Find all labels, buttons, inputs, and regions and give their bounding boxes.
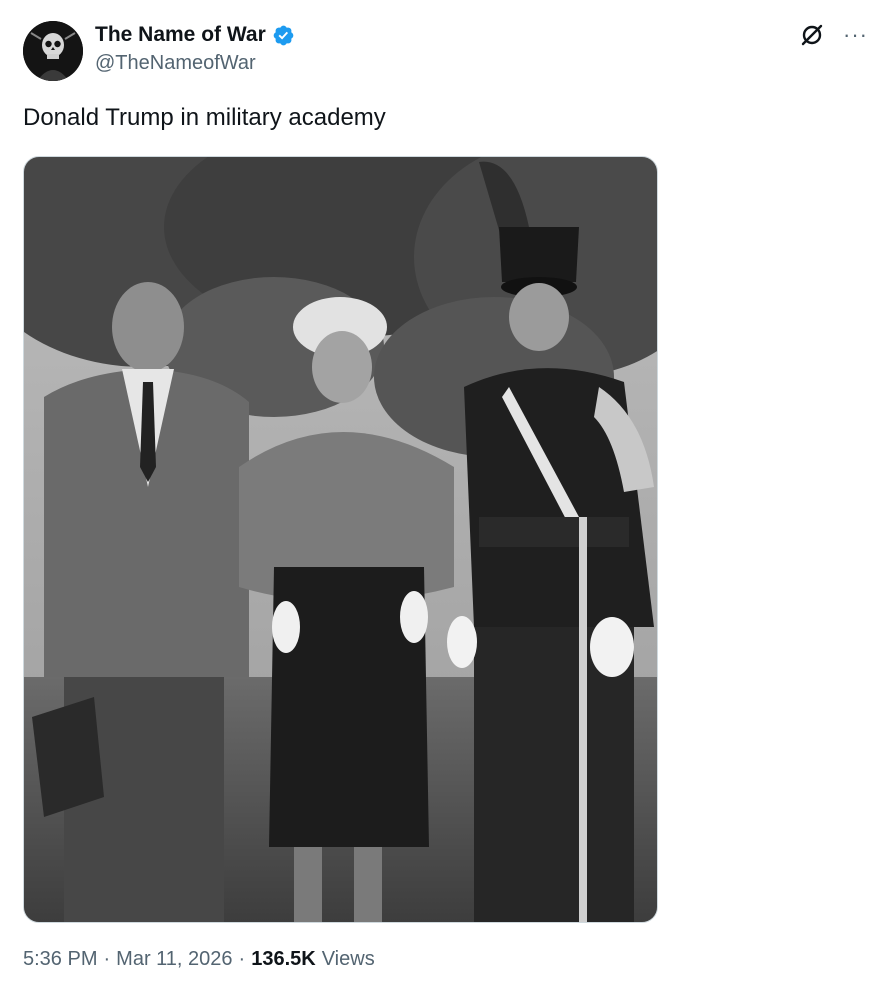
tweet-text: Donald Trump in military academy xyxy=(23,104,386,131)
author-avatar[interactable] xyxy=(23,21,83,81)
tweet-time[interactable]: 5:36 PM xyxy=(23,948,97,971)
skull-avatar-icon xyxy=(23,21,83,81)
author-handle[interactable]: @TheNameofWar xyxy=(95,52,256,75)
grok-icon[interactable] xyxy=(799,22,825,48)
views-count: 136.5K xyxy=(251,948,316,970)
tweet-top-actions: ··· xyxy=(799,22,868,48)
more-options-icon[interactable]: ··· xyxy=(843,22,868,48)
meta-separator: · xyxy=(238,948,246,970)
views-label: Views xyxy=(321,948,375,970)
author-display-name[interactable]: The Name of War xyxy=(95,23,266,47)
tweet-meta: 5:36 PM · Mar 11, 2026 · 136.5K Views xyxy=(23,948,375,971)
tweet-date[interactable]: Mar 11, 2026 xyxy=(116,948,232,971)
meta-separator: · xyxy=(103,948,111,970)
family-photo-image xyxy=(24,157,657,922)
author-name-row[interactable]: The Name of War xyxy=(95,21,295,49)
tweet-photo[interactable] xyxy=(23,156,658,923)
verified-badge-icon xyxy=(272,24,295,47)
